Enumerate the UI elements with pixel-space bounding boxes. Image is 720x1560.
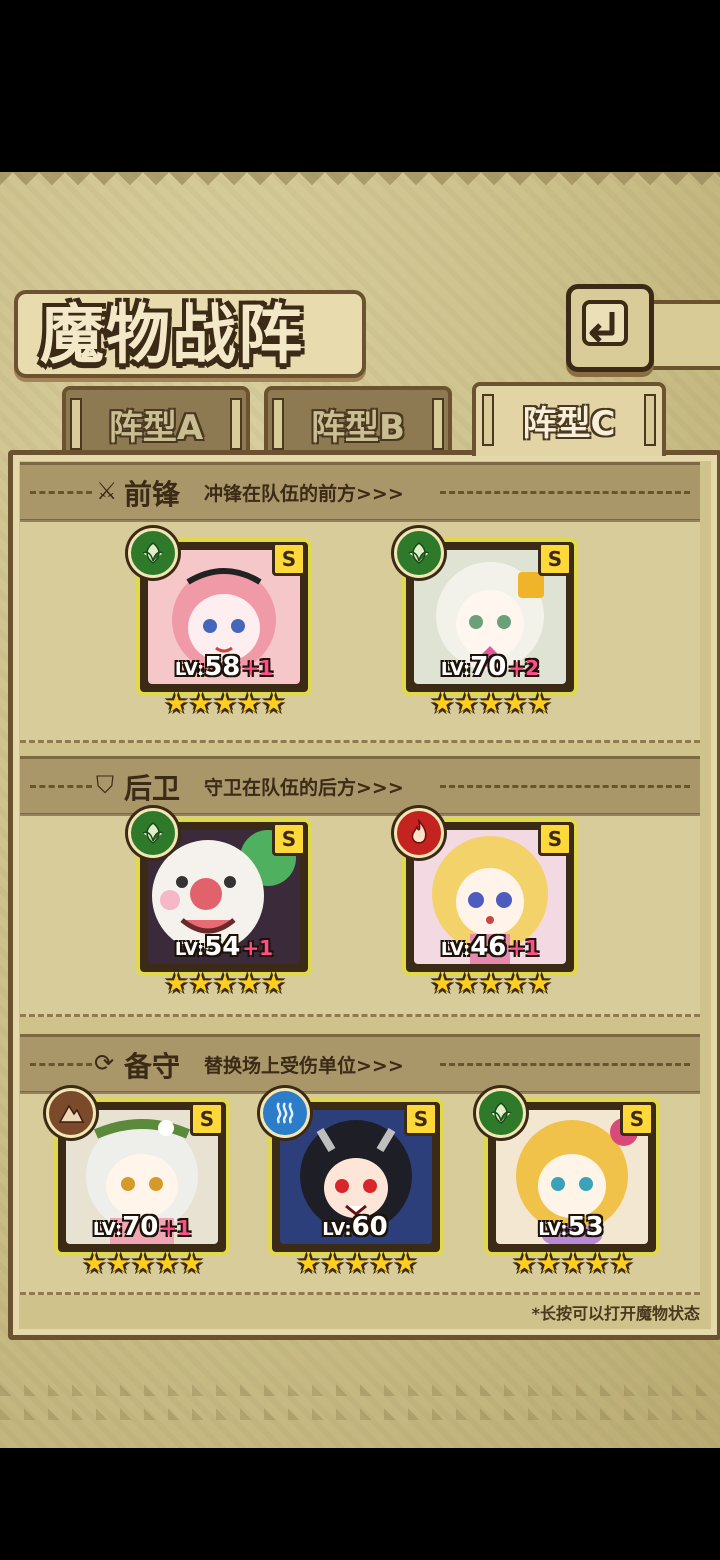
monster-card[interactable]: S LV:70 +2 ★ ★ ★ ★ ★ [394,528,578,718]
star-icon: ★ [164,689,189,719]
level-label: LV:54 +1 [174,932,274,962]
fire-icon [394,808,444,858]
bottom-letterbox [0,1448,720,1560]
back-row [20,814,700,1017]
long-press-hint: *长按可以打开魔物状态 [531,1304,700,1323]
star-icon: ★ [537,1249,561,1279]
star-rating: ★ ★ ★ ★ ★ [160,690,290,720]
rank-badge: S [620,1102,654,1136]
star-rating: ★ ★ ★ ★ ★ [292,1250,422,1280]
section-desc: 冲锋在队伍的前方>>> [204,483,404,505]
monster-card[interactable]: S LV:70 +1 ★ ★ ★ ★ ★ [46,1088,230,1278]
star-rating: ★ ★ ★ ★ ★ [508,1250,638,1280]
star-icon: ★ [479,689,503,719]
grass-icon [394,528,444,578]
monster-card[interactable]: S LV:53 ★ ★ ★ ★ ★ [476,1088,660,1278]
star-icon: ★ [512,1249,537,1279]
sword-icon: ⚔ [96,477,118,505]
page-title: 魔物战阵 [40,298,304,373]
star-icon: ★ [261,689,286,719]
back-button[interactable] [566,284,654,372]
monster-card[interactable]: S LV:60 ★ ★ ★ ★ ★ [260,1088,444,1278]
section-front-header: ⚔ 前锋 冲锋在队伍的前方>>> [20,462,700,522]
earth-icon [46,1088,96,1138]
star-icon: ★ [455,689,479,719]
swap-icon: ⟳ [94,1049,115,1077]
star-icon: ★ [345,1249,369,1279]
star-icon: ★ [503,689,527,719]
section-title: 前锋 [124,478,181,511]
level-label: LV:46 +1 [440,932,540,962]
star-rating: ★ ★ ★ ★ ★ [426,690,556,720]
star-icon: ★ [527,689,552,719]
rank-badge: S [272,822,306,856]
monster-card[interactable]: S LV:54 +1 ★ ★ ★ ★ ★ [128,808,312,998]
star-icon: ★ [321,1249,345,1279]
section-title: 后卫 [124,772,181,805]
tab-label: 阵型B [311,408,405,448]
star-icon: ★ [503,969,527,999]
star-rating: ★ ★ ★ ★ ★ [426,970,556,1000]
star-rating: ★ ★ ★ ★ ★ [160,970,290,1000]
section-title: 备守 [124,1050,181,1083]
star-icon: ★ [131,1249,155,1279]
star-icon: ★ [213,689,237,719]
star-icon: ★ [455,969,479,999]
star-icon: ★ [609,1249,634,1279]
level-label: LV:53 [538,1212,604,1242]
star-icon: ★ [527,969,552,999]
water-icon [260,1088,310,1138]
star-icon: ★ [585,1249,609,1279]
front-row [20,520,700,743]
section-reserve-header: ⟳ 备守 替换场上受伤单位>>> [20,1034,700,1094]
monster-card[interactable]: S LV:46 +1 ★ ★ ★ ★ ★ [394,808,578,998]
star-icon: ★ [261,969,286,999]
star-icon: ★ [430,689,455,719]
rank-badge: S [404,1102,438,1136]
star-icon: ★ [369,1249,393,1279]
top-letterbox [0,0,720,172]
level-label: LV:58 +1 [174,652,274,682]
torn-edge-decoration [0,1372,720,1432]
star-icon: ★ [237,969,261,999]
grass-icon [128,808,178,858]
tab-label: 阵型C [522,404,616,444]
shield-icon: ⛉ [96,771,114,799]
grass-icon [128,528,178,578]
grass-icon [476,1088,526,1138]
star-icon: ★ [189,689,213,719]
section-desc: 守卫在队伍的后方>>> [204,777,404,799]
star-icon: ★ [189,969,213,999]
star-icon: ★ [237,689,261,719]
torn-edge-decoration [0,172,720,198]
star-icon: ★ [164,969,189,999]
star-icon: ★ [479,969,503,999]
monster-card[interactable]: S LV:58 +1 ★ ★ ★ ★ ★ [128,528,312,718]
rank-badge: S [272,542,306,576]
section-back-header: ⛉ 后卫 守卫在队伍的后方>>> [20,756,700,816]
formation-screen: 魔物战阵 阵型A 阵型B 阵型C ⚔ 前锋 冲锋在队伍的前方>>> ⛉ 后卫 守… [0,172,720,1448]
star-icon: ★ [296,1249,321,1279]
star-icon: ★ [107,1249,131,1279]
star-icon: ★ [155,1249,179,1279]
level-label: LV:60 [322,1212,388,1242]
back-arrow-icon [582,300,628,346]
star-icon: ★ [393,1249,418,1279]
rank-badge: S [538,542,572,576]
tab-label: 阵型A [108,408,204,448]
star-icon: ★ [179,1249,204,1279]
section-desc: 替换场上受伤单位>>> [204,1055,404,1077]
star-icon: ★ [213,969,237,999]
level-label: LV:70 +1 [92,1212,192,1242]
rank-badge: S [190,1102,224,1136]
star-icon: ★ [561,1249,585,1279]
rank-badge: S [538,822,572,856]
level-label: LV:70 +2 [440,652,540,682]
tab-formation-b[interactable]: 阵型B [264,386,452,450]
star-rating: ★ ★ ★ ★ ★ [78,1250,208,1280]
star-icon: ★ [82,1249,107,1279]
star-icon: ★ [430,969,455,999]
tab-formation-c[interactable]: 阵型C [472,382,666,456]
tab-formation-a[interactable]: 阵型A [62,386,250,450]
